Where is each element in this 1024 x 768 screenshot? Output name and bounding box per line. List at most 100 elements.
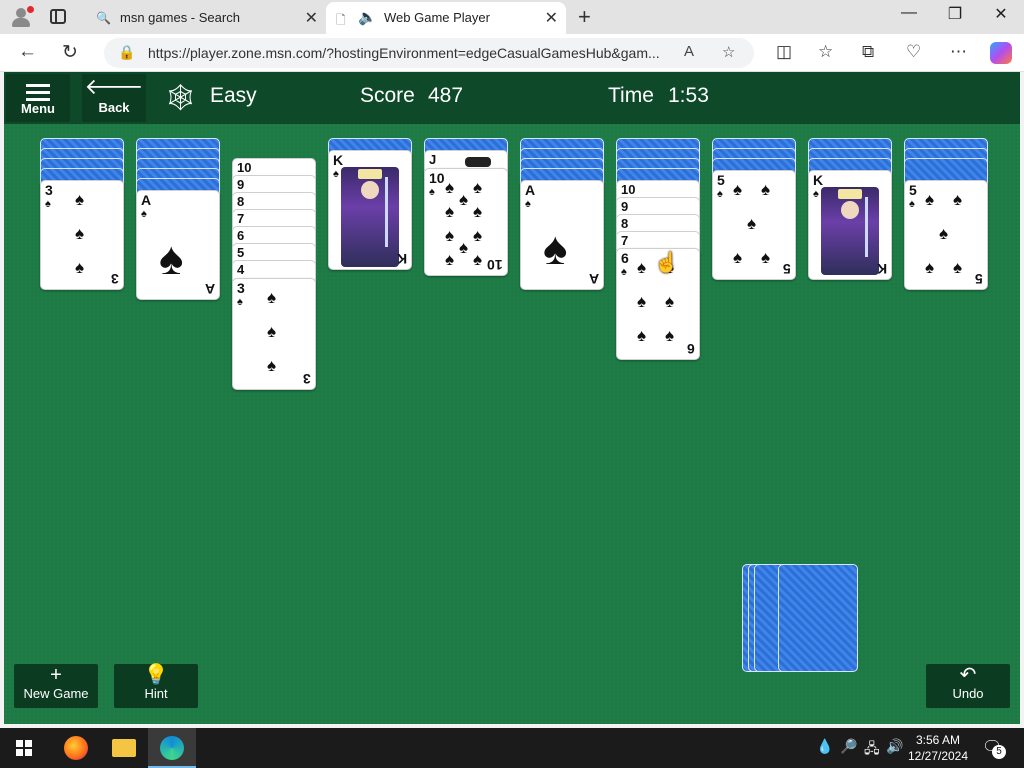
system-clock[interactable]: 3:56 AM 12/27/2024 xyxy=(900,732,976,764)
card-ace-spades[interactable]: A ♠ ♠ A xyxy=(136,190,220,300)
tab-title: Web Game Player xyxy=(384,10,490,25)
spider-web-icon: 🕸 xyxy=(164,82,198,112)
spade-pip: ♠ xyxy=(925,190,935,209)
edge-icon[interactable] xyxy=(148,728,196,768)
spade-pip: ♠ xyxy=(733,180,743,199)
url-text[interactable]: https://player.zone.msn.com/?hostingEnvi… xyxy=(148,45,660,61)
back-arrow-icon[interactable]: ← xyxy=(18,41,37,63)
clock-time: 3:56 AM xyxy=(915,733,961,747)
hint-label: Hint xyxy=(144,686,168,701)
search-icon: 🔍 xyxy=(96,11,111,25)
king-portrait xyxy=(821,187,879,275)
card-king-spades[interactable]: K ♠ K xyxy=(328,150,412,270)
new-game-label: New Game xyxy=(23,686,89,701)
spade-pip: ♠ xyxy=(267,322,277,341)
card-10-spades[interactable]: 10 ♠ ♠ ♠ ♠ ♠ ♠ ♠ ♠ ♠ ♠ ♠ 10 xyxy=(424,168,508,276)
more-options-icon[interactable]: ⋯ xyxy=(950,42,967,62)
spade-pip: ♠ xyxy=(637,326,647,345)
jack-portrait xyxy=(465,157,491,167)
spade-pip: ♠ xyxy=(75,190,85,209)
address-bar[interactable]: 🔒 https://player.zone.msn.com/?hostingEn… xyxy=(104,38,754,68)
spade-pip: ♠ xyxy=(459,238,469,257)
card-rank: 8 xyxy=(237,194,245,209)
spade-pip: ♠ xyxy=(445,250,455,269)
favorites-icon[interactable]: ☆ xyxy=(818,42,833,62)
network-icon[interactable]: 🖧 xyxy=(864,738,880,762)
undo-button[interactable]: ↶ Undo xyxy=(926,664,1010,708)
new-game-button[interactable]: + New Game xyxy=(14,664,98,708)
spade-pip: ♠ xyxy=(953,190,963,209)
spade-pip: ♠ xyxy=(445,202,455,221)
card-rank: 5 ♠ xyxy=(717,172,725,200)
spade-pip: ♠ xyxy=(473,178,483,197)
card-rank-bottom: K xyxy=(396,251,407,267)
spade-pip: ♠ xyxy=(267,356,277,375)
card-3-spades[interactable]: 3 ♠ ♠ ♠ ♠ 3 xyxy=(232,278,316,390)
tab-actions-icon[interactable] xyxy=(50,9,66,24)
tab-title: msn games - Search xyxy=(120,10,240,25)
read-aloud-icon[interactable]: A xyxy=(684,43,694,60)
time-value: 1:53 xyxy=(668,84,709,107)
tab-msn-games-search[interactable]: 🔍 msn games - Search ✕ xyxy=(86,2,326,34)
close-tab-icon[interactable]: ✕ xyxy=(545,8,558,28)
score-label: Score xyxy=(360,84,415,107)
profile-icon[interactable] xyxy=(10,6,34,28)
spade-pip: ♠ xyxy=(953,258,963,277)
card-ace-spades[interactable]: A ♠ ♠ A xyxy=(520,180,604,290)
card-3-spades[interactable]: 3 ♠ ♠ ♠ ♠ 3 xyxy=(40,180,124,290)
windows-start-icon[interactable] xyxy=(16,740,32,756)
speaker-icon[interactable]: 🔈 xyxy=(358,8,377,26)
card-rank: 10 xyxy=(237,160,252,175)
minimize-button[interactable]: — xyxy=(886,4,932,22)
lock-icon[interactable]: 🔒 xyxy=(118,44,135,61)
menu-icon xyxy=(26,84,50,87)
notification-center-icon[interactable]: 🗨 5 xyxy=(982,737,1006,759)
file-explorer-icon[interactable] xyxy=(100,728,148,768)
card-rank: 10 ♠ xyxy=(429,170,445,198)
refresh-icon[interactable]: ↻ xyxy=(62,41,78,64)
browser-essentials-icon[interactable]: ♡ xyxy=(906,42,921,62)
card-rank: 3 ♠ xyxy=(45,182,53,210)
card-rank: 6 ♠ xyxy=(621,250,629,278)
card-rank: 10 xyxy=(621,182,636,197)
difficulty-label: Easy xyxy=(210,84,257,107)
game-board[interactable]: Menu 🡐 Back 🕸 Easy Score 487 Time 1:53 3… xyxy=(4,72,1020,724)
card-rank: 7 xyxy=(237,211,245,226)
spade-pip: ♠ xyxy=(473,226,483,245)
close-tab-icon[interactable]: ✕ xyxy=(305,8,318,28)
tab-web-game-player[interactable]: 🗋 🔈 Web Game Player ✕ xyxy=(326,2,566,34)
spade-pip: ♠ xyxy=(75,224,85,243)
new-tab-button[interactable]: + xyxy=(578,4,591,30)
spade-pip: ♠ xyxy=(473,250,483,269)
card-back xyxy=(778,564,858,672)
favorite-star-icon[interactable]: ☆ xyxy=(722,43,735,61)
card-king-spades[interactable]: K ♠ K xyxy=(808,170,892,280)
split-screen-icon[interactable]: ◫ xyxy=(776,42,792,62)
page-icon: 🗋 xyxy=(336,13,346,27)
windows-taskbar: 💧 🔎 🖧 🔊 3:56 AM 12/27/2024 🗨 5 xyxy=(0,728,1024,768)
spade-pip: ♠ xyxy=(473,202,483,221)
copilot-icon[interactable] xyxy=(990,42,1012,64)
droplet-icon[interactable]: 💧 xyxy=(816,738,833,755)
spade-pip: ♠ xyxy=(75,258,85,277)
hint-button[interactable]: 💡 Hint xyxy=(114,664,198,708)
card-rank: 4 xyxy=(237,262,245,277)
notification-count: 5 xyxy=(992,745,1006,759)
card-5-spades[interactable]: 5 ♠ ♠ ♠ ♠ ♠ ♠ 5 xyxy=(904,180,988,290)
spade-pip: ♠ xyxy=(733,248,743,267)
firefox-icon[interactable] xyxy=(52,728,100,768)
spade-pip: ♠ xyxy=(665,292,675,311)
spade-pip: ♠ xyxy=(637,292,647,311)
plus-icon: + xyxy=(50,664,62,686)
restore-button[interactable]: ❐ xyxy=(932,4,978,24)
close-window-button[interactable]: ✕ xyxy=(978,4,1024,24)
card-rank-bottom: 6 xyxy=(687,341,695,357)
collections-icon[interactable]: ⧉ xyxy=(862,42,874,62)
search-tray-icon[interactable]: 🔎 xyxy=(840,738,857,755)
spade-pip: ♠ xyxy=(939,224,949,243)
back-arrow-icon: 🡐 xyxy=(84,74,144,99)
menu-button[interactable]: Menu xyxy=(6,74,70,122)
back-button[interactable]: 🡐 Back xyxy=(82,74,146,122)
card-5-spades[interactable]: 5 ♠ ♠ ♠ ♠ ♠ ♠ 5 xyxy=(712,170,796,280)
card-rank: 9 xyxy=(621,199,629,214)
